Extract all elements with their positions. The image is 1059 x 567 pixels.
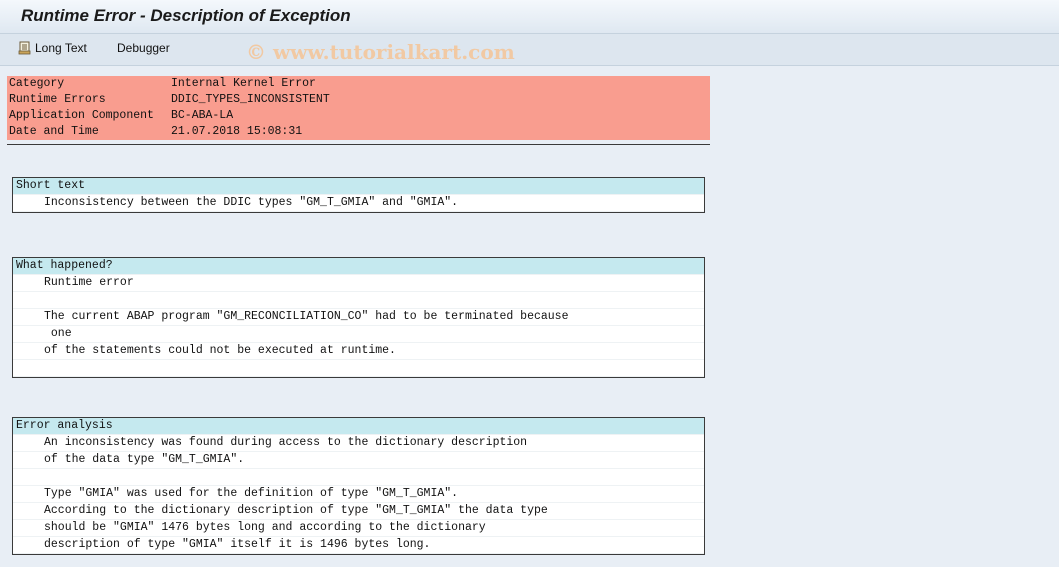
text-line-content: of the data type "GM_T_GMIA".: [44, 453, 245, 466]
text-line: Runtime error: [13, 275, 704, 292]
text-line-content: description of type "GMIA" itself it is …: [44, 538, 431, 551]
section-heading-label: Error analysis: [16, 419, 113, 432]
text-line-content: Type "GMIA" was used for the definition …: [44, 487, 459, 500]
text-line: of the data type "GM_T_GMIA".: [13, 452, 704, 469]
text-line: The current ABAP program "GM_RECONCILIAT…: [13, 309, 704, 326]
text-line: An inconsistency was found during access…: [13, 435, 704, 452]
short-text-section: Short text Inconsistency between the DDI…: [12, 177, 705, 213]
divider: [7, 144, 710, 145]
text-line: of the statements could not be executed …: [13, 343, 704, 360]
header-value: DDIC_TYPES_INCONSISTENT: [171, 93, 330, 106]
section-heading-label: What happened?: [16, 259, 113, 272]
header-key: Runtime Errors: [9, 93, 106, 106]
text-line-content: should be "GMIA" 1476 bytes long and acc…: [44, 521, 486, 534]
section-heading: What happened?: [13, 258, 704, 275]
text-line: should be "GMIA" 1476 bytes long and acc…: [13, 520, 704, 537]
header-row-runtime-errors: Runtime Errors DDIC_TYPES_INCONSISTENT: [7, 92, 710, 108]
header-row-date-time: Date and Time 21.07.2018 15:08:31: [7, 124, 710, 140]
header-key: Date and Time: [9, 125, 99, 138]
main-content: Category Internal Kernel Error Runtime E…: [0, 66, 1059, 567]
text-line-content: An inconsistency was found during access…: [44, 436, 528, 449]
watermark: © www.tutorialkart.com: [246, 40, 515, 64]
debugger-button[interactable]: Debugger: [117, 41, 170, 55]
text-line: According to the dictionary description …: [13, 503, 704, 520]
header-value: BC-ABA-LA: [171, 109, 234, 122]
header-value: 21.07.2018 15:08:31: [171, 125, 303, 138]
text-line-content: According to the dictionary description …: [44, 504, 548, 517]
section-heading-label: Short text: [16, 179, 86, 192]
long-text-label: Long Text: [35, 41, 87, 55]
header-value: Internal Kernel Error: [171, 77, 316, 90]
text-line: [13, 292, 704, 309]
text-line-content: of the statements could not be executed …: [44, 344, 396, 357]
error-header-table: Category Internal Kernel Error Runtime E…: [7, 76, 710, 140]
window-title: Runtime Error - Description of Exception: [21, 6, 351, 25]
text-line-content: Runtime error: [44, 276, 134, 289]
error-analysis-section: Error analysis An inconsistency was foun…: [12, 417, 705, 555]
header-key: Category: [9, 77, 65, 90]
section-heading: Short text: [13, 178, 704, 195]
title-bar: Runtime Error - Description of Exception: [0, 0, 1059, 34]
what-happened-section: What happened? Runtime error The current…: [12, 257, 705, 378]
section-heading: Error analysis: [13, 418, 704, 435]
text-line: one: [13, 326, 704, 343]
application-toolbar: Long Text Debugger © www.tutorialkart.co…: [0, 34, 1059, 66]
long-text-button[interactable]: Long Text: [18, 41, 87, 55]
text-line-content: Inconsistency between the DDIC types "GM…: [44, 196, 459, 209]
text-line: [13, 469, 704, 486]
header-row-category: Category Internal Kernel Error: [7, 76, 710, 92]
text-line: [13, 360, 704, 377]
document-icon: [18, 41, 31, 55]
text-line: description of type "GMIA" itself it is …: [13, 537, 704, 554]
text-line-content: one: [44, 327, 72, 340]
text-line: Inconsistency between the DDIC types "GM…: [13, 195, 704, 212]
text-line: Type "GMIA" was used for the definition …: [13, 486, 704, 503]
header-row-application-component: Application Component BC-ABA-LA: [7, 108, 710, 124]
debugger-label: Debugger: [117, 41, 170, 55]
header-key: Application Component: [9, 109, 154, 122]
text-line-content: The current ABAP program "GM_RECONCILIAT…: [44, 310, 569, 323]
